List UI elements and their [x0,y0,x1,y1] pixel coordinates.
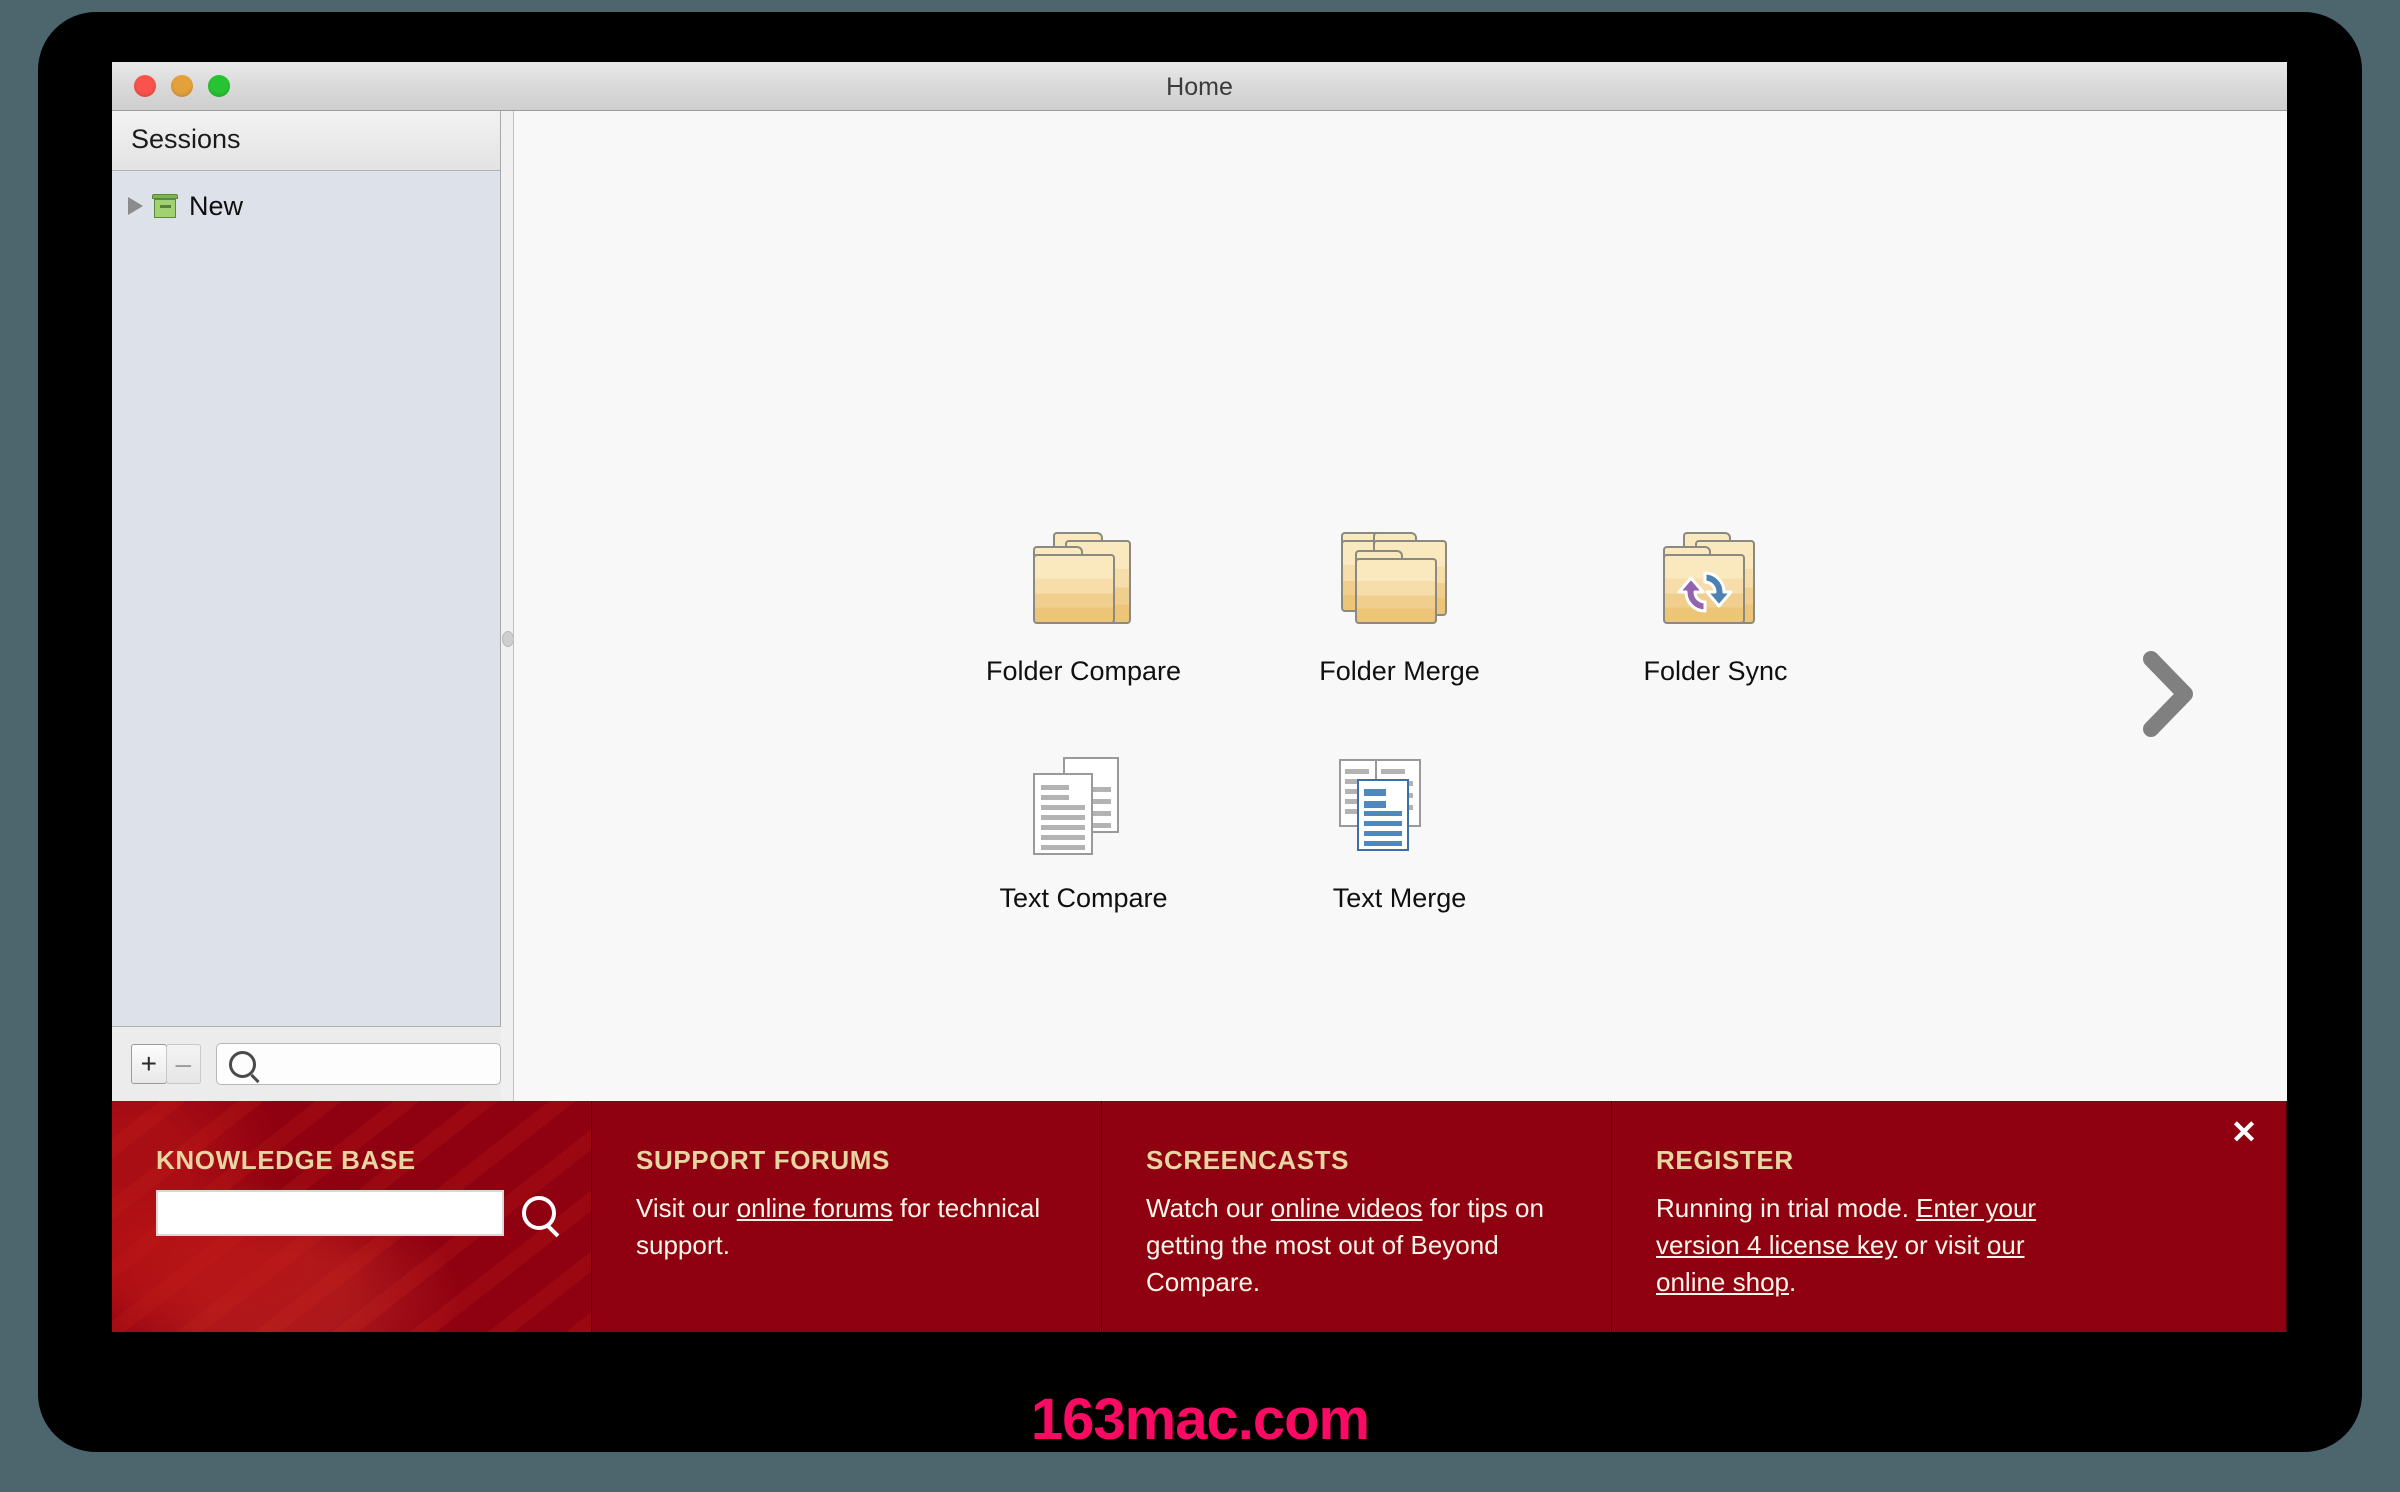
sidebar-header: Sessions [112,111,500,171]
promo-title: SUPPORT FORUMS [636,1145,1101,1176]
promo-title: KNOWLEDGE BASE [156,1145,591,1176]
online-forums-link[interactable]: online forums [737,1193,893,1223]
launcher-label: Text Compare [926,883,1242,914]
sidebar-toolbar: + – [112,1026,501,1101]
launcher-row: Text Compare [926,753,1876,936]
sidebar-search-field[interactable] [216,1043,501,1085]
session-box-icon [151,194,179,219]
promo-text-middle: or visit [1897,1230,1987,1260]
launcher-label: Folder Merge [1242,656,1558,687]
promo-title: REGISTER [1656,1145,2122,1176]
close-icon[interactable]: ✕ [2227,1115,2261,1149]
launcher-row: Folder Compare Folder Merge [926,526,1876,709]
add-session-button[interactable]: + [131,1044,167,1084]
promo-panel-register: REGISTER Running in trial mode. Enter yo… [1612,1101,2122,1332]
launcher-label: Folder Sync [1558,656,1874,687]
promo-text-before: Running in trial mode. [1656,1193,1916,1223]
launcher-label: Text Merge [1242,883,1558,914]
search-icon[interactable] [522,1196,556,1230]
online-videos-link[interactable]: online videos [1271,1193,1423,1223]
application-window: Home Sessions New + – [112,62,2287,1332]
remove-session-button[interactable]: – [166,1044,202,1084]
launcher-label: Folder Compare [926,656,1242,687]
promo-text-before: Watch our [1146,1193,1271,1223]
sidebar-item-label: New [189,191,243,222]
sidebar-splitter[interactable] [501,111,513,1101]
knowledge-base-search-input[interactable] [156,1190,504,1236]
disclosure-triangle-icon[interactable] [128,197,143,215]
sessions-sidebar: Sessions New [112,111,501,1026]
promo-panel-support-forums: SUPPORT FORUMS Visit our online forums f… [592,1101,1102,1332]
launcher-text-compare[interactable]: Text Compare [926,753,1242,936]
promo-text-after: . [1789,1267,1796,1297]
watermark: 163mac.com [0,1386,2400,1453]
promo-body: Visit our online forums for technical su… [636,1190,1056,1264]
promo-banner: KNOWLEDGE BASE SUPPORT FORUMS Visit our … [112,1101,2287,1332]
text-compare-icon [1009,753,1159,875]
promo-panel-screencasts: SCREENCASTS Watch our online videos for … [1102,1101,1612,1332]
launcher-text-merge[interactable]: Text Merge [1242,753,1558,936]
launcher-folder-compare[interactable]: Folder Compare [926,526,1242,709]
window-body: Sessions New + – [112,111,2287,1332]
window-title: Home [112,73,2287,102]
text-merge-icon [1325,753,1475,875]
knowledge-base-search-row [156,1190,591,1236]
window-titlebar: Home [112,62,2287,111]
promo-panel-knowledge-base: KNOWLEDGE BASE [112,1101,592,1332]
sessions-tree: New [112,171,500,227]
folder-compare-icon [1009,526,1159,648]
promo-title: SCREENCASTS [1146,1145,1611,1176]
home-launcher-pane: Folder Compare Folder Merge [513,111,2287,1101]
search-icon [229,1051,256,1078]
folder-sync-icon [1641,526,1791,648]
sidebar-header-label: Sessions [112,111,500,155]
sidebar-item-new[interactable]: New [112,185,500,227]
promo-body: Running in trial mode. Enter your versio… [1656,1190,2076,1301]
launcher-grid: Folder Compare Folder Merge [926,526,1876,936]
promo-body: Watch our online videos for tips on gett… [1146,1190,1566,1301]
chevron-right-icon[interactable] [2139,651,2199,737]
promo-text-before: Visit our [636,1193,737,1223]
promo-panel-spacer [2122,1101,2287,1332]
sidebar-search-input[interactable] [266,1050,500,1078]
launcher-folder-merge[interactable]: Folder Merge [1242,526,1558,709]
folder-merge-icon [1325,526,1475,648]
launcher-folder-sync[interactable]: Folder Sync [1558,526,1874,709]
